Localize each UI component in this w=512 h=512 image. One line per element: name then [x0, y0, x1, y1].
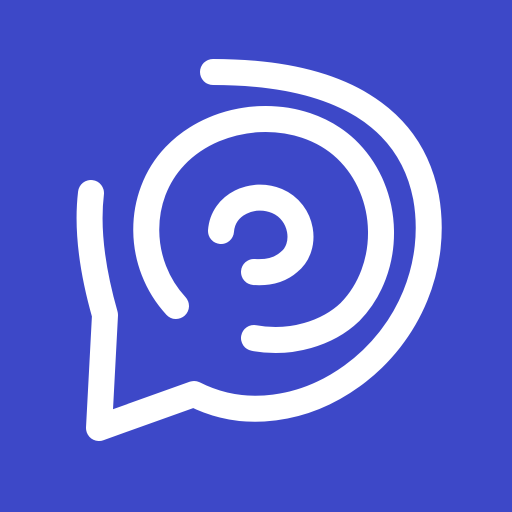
app-icon-tile	[0, 0, 512, 512]
spiral-chat-bubble-icon	[0, 0, 512, 512]
